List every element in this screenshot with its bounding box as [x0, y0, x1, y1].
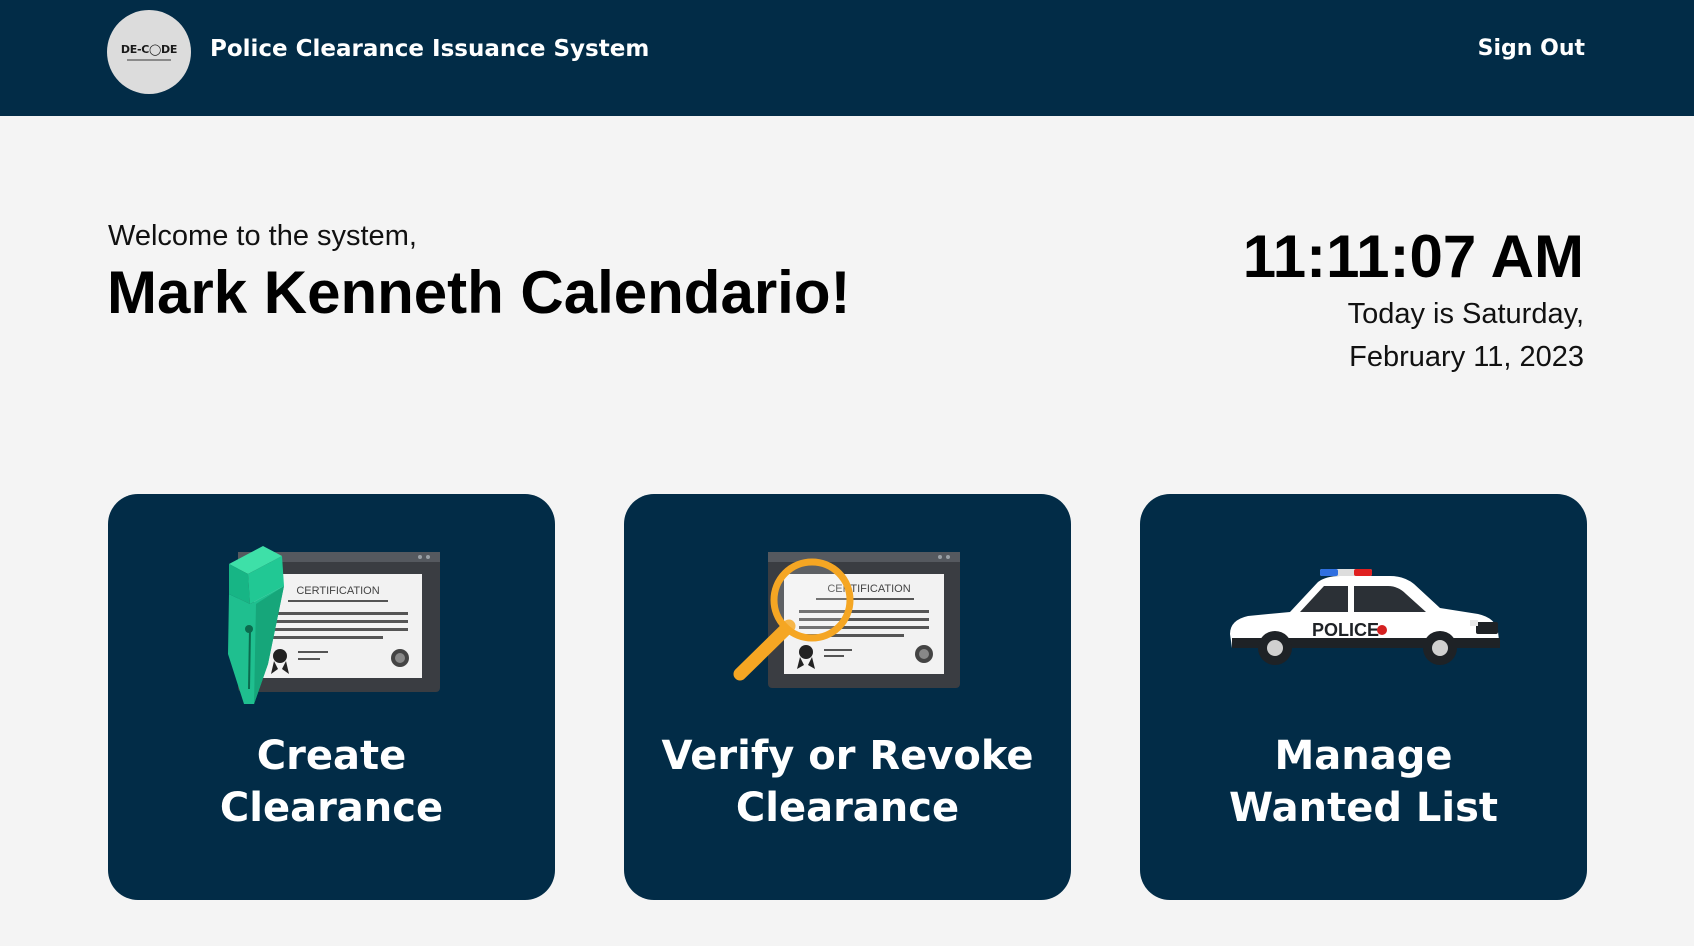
top-header: DE-C◯DE Police Clearance Issuance System… [0, 0, 1694, 116]
certificate-label: CERTIFICATION [296, 585, 379, 597]
logo-text: DE-C◯DE [120, 43, 178, 56]
decode-logo: DE-C◯DE [107, 10, 191, 94]
police-text: POLICE [1312, 620, 1379, 640]
police-car-icon: POLICE [1230, 569, 1500, 665]
clock-time: 11:11:07 AM [1242, 223, 1584, 290]
date-line-date: February 11, 2023 [1349, 341, 1584, 373]
welcome-greeting: Welcome to the system, [108, 220, 417, 252]
create-clearance-card[interactable]: CERTIFICATION Create Clearance [108, 494, 555, 900]
logo-tagline-bar [127, 59, 171, 61]
verify-revoke-clearance-card[interactable]: CERTIFICATION Verify or Revoke Clearance [624, 494, 1071, 900]
sign-out-button[interactable]: Sign Out [1478, 36, 1585, 61]
verify-revoke-clearance-label: Verify or Revoke Clearance [661, 733, 1034, 831]
date-line-weekday: Today is Saturday, [1347, 298, 1584, 330]
create-clearance-label: Create Clearance [219, 733, 444, 831]
certificate-pen-icon: CERTIFICATION [228, 546, 440, 704]
user-name-heading: Mark Kenneth Calendario! [107, 259, 851, 326]
certificate-magnifier-icon: CERTIFICATION [733, 552, 960, 688]
manage-wanted-list-card[interactable]: POLICE Manage Wanted List [1140, 494, 1587, 900]
manage-wanted-list-label: Manage Wanted List [1228, 733, 1499, 831]
app-title: Police Clearance Issuance System [210, 36, 650, 62]
